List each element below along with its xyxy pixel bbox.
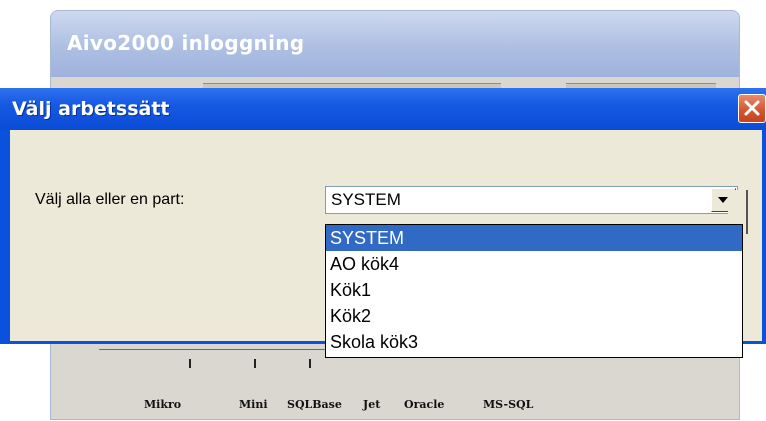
dialog-titlebar[interactable]: Välj arbetssätt [0,88,766,130]
dropdown-option-ao-kok4[interactable]: AO kök4 [326,251,742,277]
scale-label-sqlbase: SQLBase [287,398,342,411]
scale-tick [254,359,256,368]
dropdown-option-skola-kok3[interactable]: Skola kök3 [326,329,742,355]
scale-label-jet: Jet [363,398,381,411]
close-icon [744,100,760,116]
scale-label-mikro: Mikro [144,398,182,411]
part-label: Välj alla eller en part: [35,191,185,208]
login-window-title: Aivo2000 inloggning [67,31,305,55]
scale-tick [189,359,191,368]
scale-label-oracle: Oracle [404,398,445,411]
dropdown-option-kok2[interactable]: Kök2 [326,303,742,329]
chevron-down-icon [718,197,728,203]
scale-label-mini: Mini [239,398,268,411]
dropdown-option-kok1[interactable]: Kök1 [326,277,742,303]
part-select[interactable]: SYSTEM [325,186,738,214]
login-window-titlebar: Aivo2000 inloggning [51,11,739,77]
close-button[interactable] [738,94,766,123]
part-dropdown-list: SYSTEM AO kök4 Kök1 Kök2 Skola kök3 [325,224,743,358]
scale-label-ms-sql: MS-SQL [483,398,534,411]
scale-tick [309,359,311,368]
dialog-title: Välj arbetssätt [12,98,170,120]
dropdown-option-system[interactable]: SYSTEM [326,225,742,251]
part-select-value: SYSTEM [331,190,401,209]
